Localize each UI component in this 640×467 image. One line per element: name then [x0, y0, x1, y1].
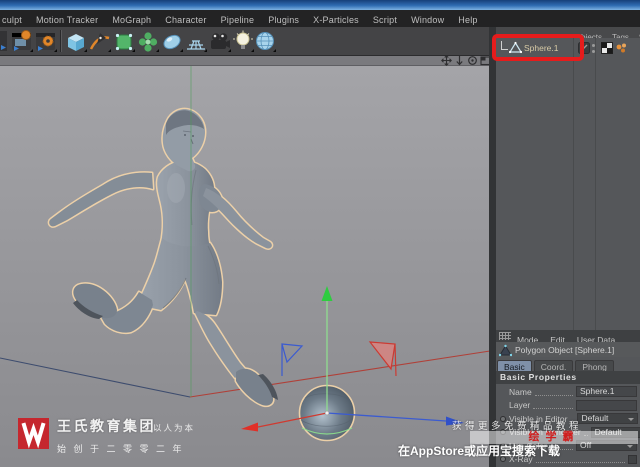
panel-splitter[interactable] [489, 27, 496, 467]
render-view-icon[interactable] [10, 29, 34, 54]
menu-help[interactable]: Help [451, 12, 484, 27]
layer-input[interactable] [576, 399, 637, 411]
name-input[interactable]: Sphere.1 [576, 386, 637, 397]
subdivision-surface-icon[interactable] [112, 29, 136, 54]
menu-x-particles[interactable]: X-Particles [306, 12, 366, 27]
watermark-appstore-line: 在AppStore或应用宝搜索下载 [398, 444, 561, 458]
menu-script[interactable]: Script [366, 12, 404, 27]
render-visibility-dot[interactable] [592, 50, 595, 53]
polygon-object-icon [499, 344, 512, 357]
watermark-promo-line: 获得更多免费精品教程 [452, 421, 583, 432]
render-settings-icon[interactable] [34, 29, 58, 54]
spline-pen-icon[interactable] [88, 29, 112, 54]
sky-icon[interactable] [253, 29, 277, 54]
attribute-tabs: Basic Coord. Phong [497, 357, 640, 374]
right-panel: FileEditViewObjectsTagsS Sphere.1 ModeE [489, 27, 640, 467]
menu-pipeline[interactable]: Pipeline [214, 12, 262, 27]
floor-icon[interactable] [184, 29, 208, 54]
cube-primitive-icon[interactable] [64, 29, 88, 54]
editor-visibility-dot[interactable] [592, 44, 595, 47]
viewport-rotate-icon[interactable] [467, 55, 478, 66]
menu-window[interactable]: Window [404, 12, 451, 27]
light-icon[interactable] [231, 29, 255, 54]
menu-mograph[interactable]: MoGraph [105, 12, 158, 27]
section-basic-properties: Basic Properties [496, 371, 640, 384]
partial-icon [0, 29, 7, 54]
am-grid-icon[interactable] [499, 332, 511, 340]
array-generator-icon[interactable] [136, 29, 160, 54]
attribute-manager-menubar: Mode Edit User Data [496, 330, 640, 345]
window-titlebar [0, 0, 640, 10]
menu-plugins[interactable]: Plugins [261, 12, 306, 27]
om-column-divider [595, 38, 596, 330]
annotation-highlight-box [492, 34, 584, 61]
phong-tag-icon[interactable] [615, 42, 628, 54]
application-window: culpt Motion Tracker MoGraph Character Pipel… [0, 0, 640, 467]
viewport-pan-icon[interactable] [441, 55, 452, 66]
row-name: Name Sphere.1 [496, 385, 640, 398]
menu-character[interactable]: Character [158, 12, 213, 27]
menu-motion-tracker[interactable]: Motion Tracker [29, 12, 105, 27]
viewport-3d[interactable] [0, 0, 490, 467]
uvw-tag-icon[interactable] [601, 42, 613, 54]
watermark-founding-year: 始创于二零零二年 [57, 444, 190, 454]
row-layer: Layer [496, 399, 640, 412]
camera-icon[interactable] [208, 29, 232, 54]
viewport-zoom-icon[interactable] [454, 55, 465, 66]
viewport-background [0, 66, 490, 467]
om-column-divider [573, 38, 574, 330]
watermark-slogan: 以人为本 [153, 423, 196, 433]
company-logo [18, 418, 49, 449]
main-menubar: culpt Motion Tracker MoGraph Character Pipel… [0, 10, 640, 27]
object-manager[interactable]: Sphere.1 [496, 38, 640, 330]
metaball-icon[interactable] [160, 29, 184, 54]
menu-sculpt[interactable]: culpt [0, 12, 29, 27]
attribute-object-title: Polygon Object [Sphere.1] [496, 342, 640, 357]
watermark-company-name: 王氏教育集团 [57, 418, 156, 434]
viewport-header [0, 55, 491, 66]
